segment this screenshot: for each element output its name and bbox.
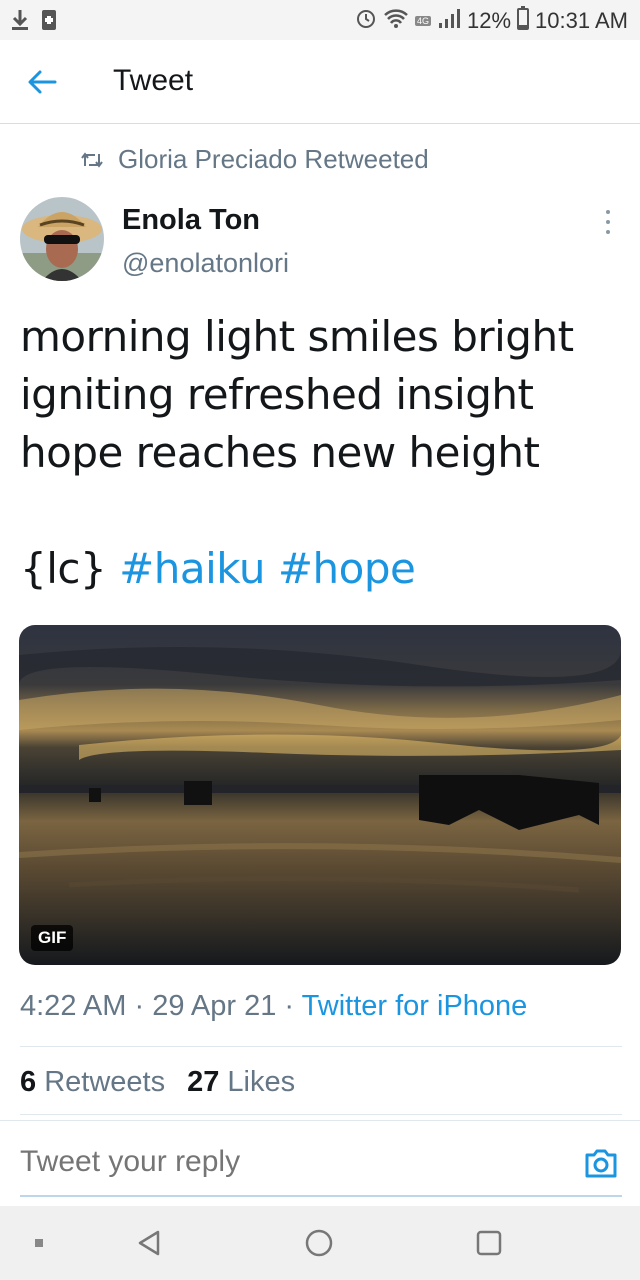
reply-underline (20, 1195, 622, 1197)
wifi-icon (383, 7, 409, 35)
camera-icon (585, 1149, 617, 1178)
more-dot (606, 220, 610, 224)
retweet-icon (81, 151, 103, 168)
triangle-back-icon (138, 1230, 160, 1256)
tweet-date: 29 Apr 21 (152, 990, 277, 1022)
divider (20, 1114, 622, 1115)
divider (20, 1046, 622, 1047)
tweet-stats: 6 Retweets 27 Likes (20, 1066, 295, 1099)
tweet-media[interactable]: GIF (19, 625, 621, 965)
status-bar: 4G 12% 10:31 AM (0, 0, 640, 40)
camera-button[interactable] (583, 1147, 619, 1179)
retweets-label: Retweets (44, 1066, 166, 1098)
alarm-icon (355, 7, 377, 35)
tweet-tag-prefix: {lc} (20, 544, 107, 593)
likes-label: Likes (227, 1066, 296, 1098)
tweet-tags-line: {lc} #haiku #hope (20, 540, 620, 598)
nav-back-button[interactable] (132, 1226, 166, 1260)
hashtag-link[interactable]: #hope (278, 544, 416, 593)
tweet-source-link[interactable]: Twitter for iPhone (302, 990, 528, 1022)
square-recents-icon (476, 1230, 502, 1256)
arrow-left-icon (28, 70, 57, 94)
meta-separator: · (284, 990, 295, 1022)
storage-icon (40, 8, 58, 37)
tweet-meta: 4:22 AM · 29 Apr 21 · Twitter for iPhone (20, 990, 527, 1023)
circle-home-icon (305, 1229, 333, 1257)
reply-input[interactable] (20, 1145, 560, 1179)
more-dot (606, 210, 610, 214)
nav-dot-button[interactable] (22, 1226, 56, 1260)
battery-icon (517, 6, 530, 36)
square-dot-icon (35, 1239, 43, 1247)
network-type: 4G (414, 16, 431, 26)
system-nav-bar (0, 1206, 640, 1280)
tweet-line: morning light smiles bright (20, 312, 574, 361)
tweet-time: 4:22 AM (20, 990, 127, 1022)
retweet-notice-text: Gloria Preciado Retweeted (118, 144, 429, 174)
app-bar: Tweet (0, 40, 640, 124)
retweets-stat[interactable]: 6 Retweets (20, 1066, 165, 1099)
author-handle[interactable]: @enolatonlori (122, 248, 289, 279)
battery-percent: 12% (467, 8, 512, 33)
tweet-text: morning light smiles bright igniting ref… (20, 308, 620, 598)
tweet-line: hope reaches new height (20, 428, 540, 477)
hashtag-link[interactable]: #haiku (119, 544, 265, 593)
likes-stat[interactable]: 27 Likes (187, 1066, 295, 1099)
author-name[interactable]: Enola Ton (122, 204, 260, 237)
page-title: Tweet (113, 64, 194, 97)
avatar[interactable] (20, 197, 104, 281)
back-button[interactable] (22, 62, 62, 102)
likes-count: 27 (187, 1066, 220, 1098)
signal-icon (437, 7, 461, 35)
meta-separator: · (134, 990, 145, 1022)
tweet-line: igniting refreshed insight (20, 370, 534, 419)
download-icon (10, 8, 30, 37)
more-dot (606, 230, 610, 234)
reply-bar (0, 1120, 640, 1204)
nav-recents-button[interactable] (472, 1226, 506, 1260)
clock: 10:31 AM (535, 8, 628, 33)
gif-badge: GIF (31, 925, 74, 951)
nav-home-button[interactable] (302, 1226, 336, 1260)
retweets-count: 6 (20, 1066, 37, 1098)
retweet-notice[interactable]: Gloria Preciado Retweeted (80, 144, 429, 175)
tweet-menu-button[interactable] (596, 206, 620, 238)
